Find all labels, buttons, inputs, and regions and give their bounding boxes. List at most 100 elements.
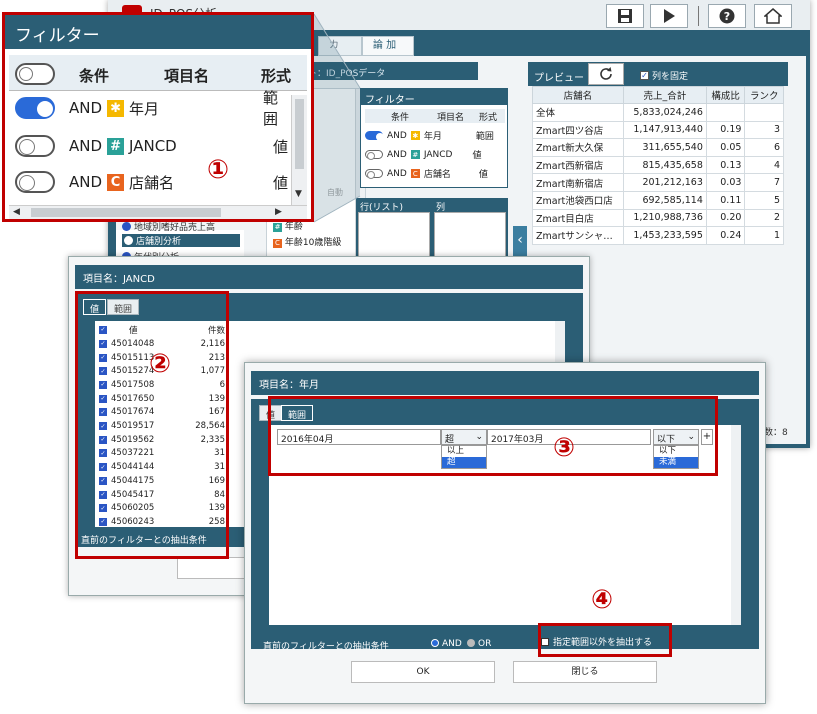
table-cell: 1 <box>744 226 784 245</box>
run-button[interactable] <box>650 4 688 28</box>
tab-1[interactable]: カ <box>318 36 362 56</box>
dialog-title: 項目名：JANCD <box>75 265 583 289</box>
close-button[interactable]: 閉じる <box>513 661 657 683</box>
table-cell: Zmart南新宿店 <box>532 173 624 192</box>
table-row[interactable]: Zmart西新宿店 815,435,658 0.13 4 <box>532 155 784 175</box>
toolbar-divider <box>698 6 699 26</box>
horizontal-scrollbar[interactable]: ◀ ▶ <box>9 205 307 219</box>
table-row[interactable]: Zmart池袋西口店 692,585,114 0.11 5 <box>532 190 784 210</box>
table-row[interactable]: 全体 5,833,024,246 <box>532 103 784 122</box>
tab-2[interactable]: 論 加 <box>362 36 414 56</box>
save-icon <box>618 9 632 23</box>
toggle-switch[interactable] <box>365 150 383 160</box>
toggle-all-switch[interactable] <box>15 63 55 85</box>
fix-columns-checkbox[interactable]: ✓ 列を固定 <box>640 69 688 82</box>
collapse-button[interactable]: ‹ <box>513 226 527 256</box>
toggle-switch[interactable] <box>15 97 55 119</box>
table-cell: 5 <box>744 190 784 210</box>
refresh-icon <box>600 67 612 80</box>
table-cell: 2 <box>744 208 784 228</box>
col-header[interactable]: 店舗名 <box>532 86 624 104</box>
table-row[interactable]: Zmart四ツ谷店 1,147,913,440 0.19 3 <box>532 120 784 140</box>
table-cell: 4 <box>744 155 784 175</box>
table-row[interactable]: Zmart目白店 1,210,988,736 0.20 2 <box>532 208 784 228</box>
col-header[interactable]: 売上_合計 <box>622 86 707 104</box>
run-icon <box>664 9 675 23</box>
highlight-box-4 <box>538 623 672 657</box>
toggle-switch[interactable] <box>365 169 383 179</box>
table-cell: 815,435,658 <box>622 155 707 175</box>
highlight-box-2 <box>75 291 229 559</box>
record-count: 数：8 <box>764 428 788 438</box>
table-cell: 1,453,233,595 <box>622 226 707 245</box>
header-cond: 条件 <box>79 67 110 85</box>
table-cell: Zmart西新宿店 <box>532 155 624 175</box>
table-cell: 0.11 <box>705 190 746 210</box>
table-cell: 1,147,913,440 <box>622 120 707 140</box>
filter-colheader: 条件 項目名 形式 <box>365 109 505 123</box>
date-icon: ✱ <box>410 131 420 140</box>
preview-label: プレビュー <box>534 73 584 84</box>
number-icon: # <box>410 150 420 159</box>
number-icon: # <box>107 137 125 155</box>
highlight-box-3 <box>268 396 718 476</box>
toggle-switch[interactable] <box>365 131 384 141</box>
save-button[interactable] <box>606 4 644 28</box>
table-row[interactable]: Zmart新大久保 311,655,540 0.05 6 <box>532 138 784 157</box>
table-cell: 6 <box>744 138 784 157</box>
filter-colheader: 条件 項目名 形式 <box>9 55 307 91</box>
vertical-scrollbar[interactable]: ▼ <box>291 95 307 205</box>
dialog-title: 項目名：年月 <box>251 371 759 395</box>
scroll-down-arrow-icon[interactable]: ▼ <box>295 189 302 199</box>
filter-row[interactable]: AND ✱ 年月 範囲 <box>15 89 278 128</box>
filter-panel-title: フィルター <box>361 89 507 106</box>
table-row[interactable]: Zmart南新宿店 201,212,163 0.03 7 <box>532 173 784 192</box>
refresh-button[interactable] <box>588 63 624 85</box>
table-cell: 0.20 <box>705 208 746 228</box>
filter-row[interactable]: AND # JANCD 値 <box>365 148 481 161</box>
toggle-switch[interactable] <box>15 171 55 193</box>
toggle-switch[interactable] <box>15 135 55 157</box>
col-header[interactable]: 構成比 <box>705 86 746 104</box>
check-icon <box>124 236 133 245</box>
tree-item[interactable]: C 年齢10歳階級 <box>273 235 341 248</box>
radio-or[interactable]: OR <box>467 639 491 649</box>
category-icon: C <box>107 173 125 191</box>
filter-row[interactable]: AND C 店舗名 値 <box>15 171 288 193</box>
table-cell: 692,585,114 <box>622 190 707 210</box>
table-cell: 7 <box>744 173 784 192</box>
col-header[interactable]: ランク <box>744 86 784 104</box>
panel-scrollbar[interactable] <box>731 425 741 625</box>
check-icon: ✓ <box>640 71 649 80</box>
header-item: 項目名 <box>164 67 210 85</box>
table-cell: Zmartサンシャ… <box>532 226 624 245</box>
radio-and[interactable]: AND <box>431 639 462 649</box>
check-icon <box>122 222 131 231</box>
table-cell: Zmart池袋西口店 <box>532 190 624 210</box>
date-icon: ✱ <box>107 99 125 117</box>
table-cell: Zmart目白店 <box>532 208 624 228</box>
preview-table: 店舗名 売上_合計 構成比 ランク 全体 5,833,024,246 Zmart四ツ… <box>532 86 784 245</box>
list-item-selected[interactable]: 店舗別分析 <box>122 234 240 247</box>
svg-text:?: ? <box>724 10 730 23</box>
table-header-row: 店舗名 売上_合計 構成比 ランク <box>532 86 784 104</box>
pipeline-label: ト：ID_POSデータ <box>308 69 386 79</box>
table-cell: 0.03 <box>705 173 746 192</box>
filter-row[interactable]: AND C 店舗名 値 <box>365 167 488 180</box>
table-cell: 0.05 <box>705 138 746 157</box>
ok-button[interactable]: OK <box>351 661 495 683</box>
header-type: 形式 <box>261 67 292 85</box>
scroll-left-arrow-icon[interactable]: ◀ <box>13 207 20 217</box>
filter-row[interactable]: AND # JANCD 値 <box>15 135 288 157</box>
table-cell: 0.13 <box>705 155 746 175</box>
filter-row[interactable]: AND ✱ 年月 範囲 <box>365 129 494 142</box>
marker-1: ① <box>207 155 230 185</box>
help-button[interactable]: ? <box>708 4 746 28</box>
filter-condition-label: 直前のフィルターとの抽出条件 <box>263 642 389 652</box>
category-icon: C <box>410 169 420 178</box>
table-cell: Zmart四ツ谷店 <box>532 120 624 140</box>
home-button[interactable] <box>754 4 792 28</box>
table-row[interactable]: Zmartサンシャ… 1,453,233,595 0.24 1 <box>532 226 784 245</box>
radio-unselected-icon <box>467 639 475 647</box>
scroll-right-arrow-icon[interactable]: ▶ <box>275 207 282 217</box>
